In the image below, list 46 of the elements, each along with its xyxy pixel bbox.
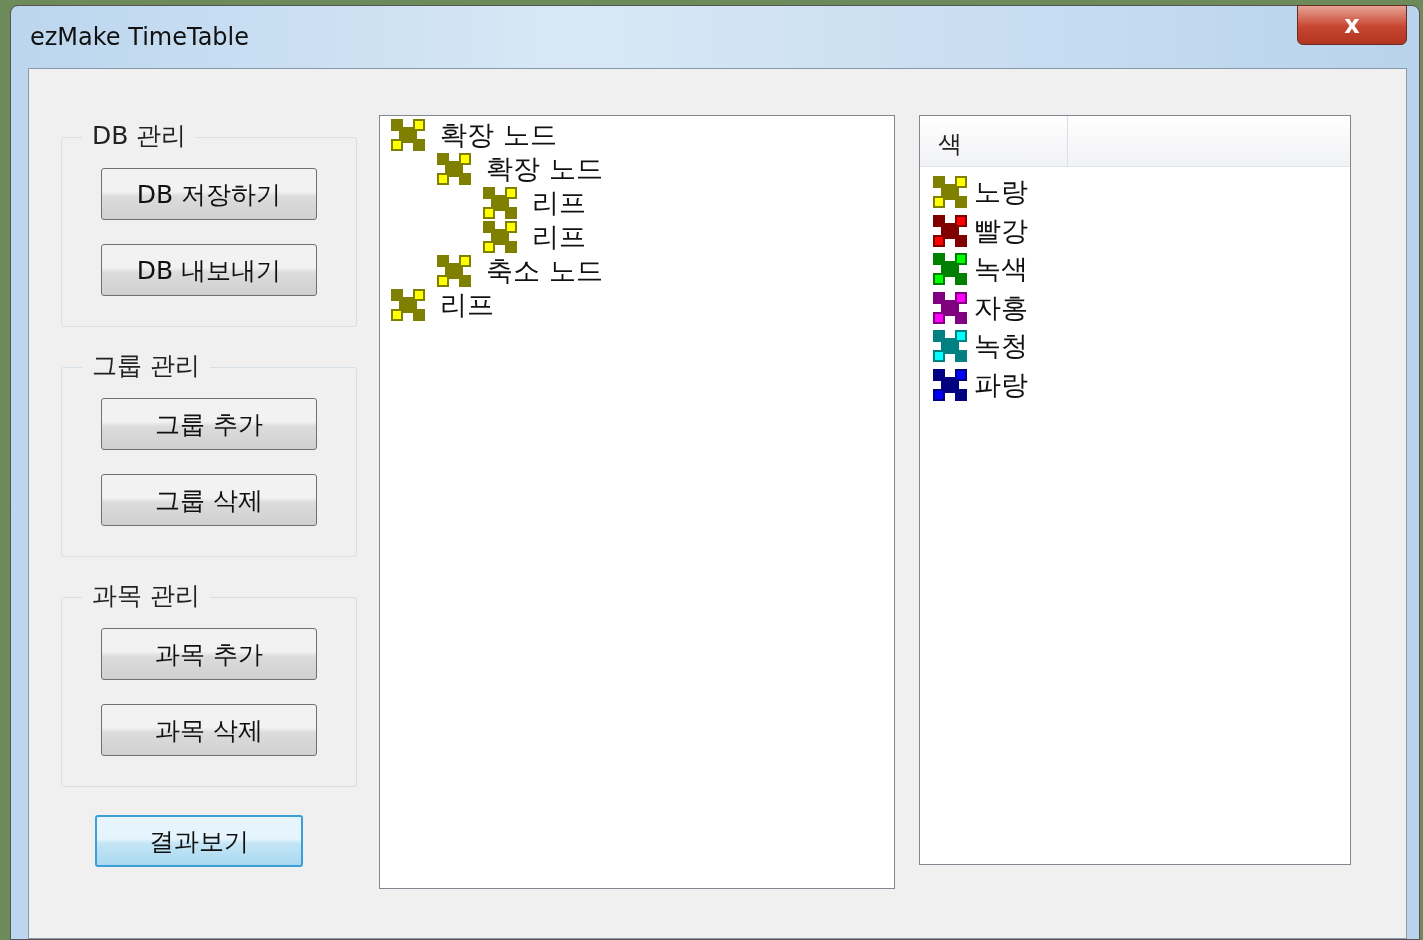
cross-icon — [482, 186, 518, 220]
list-item[interactable]: 빨강 — [932, 211, 1350, 250]
cross-icon — [932, 213, 968, 248]
list-item[interactable]: 파랑 — [932, 365, 1350, 404]
tree-item-label: 확장 노드 — [440, 118, 557, 152]
action-button[interactable]: 그룹 삭제 — [101, 474, 317, 526]
action-button[interactable]: 그룹 추가 — [101, 398, 317, 450]
cross-icon — [932, 175, 968, 210]
tree-item-label: 리프 — [532, 220, 586, 254]
tree-item-label: 리프 — [532, 186, 586, 220]
action-button[interactable]: DB 저장하기 — [101, 168, 317, 220]
cross-icon — [390, 118, 426, 152]
cross-icon — [482, 220, 518, 254]
color-name: 파랑 — [974, 367, 1028, 402]
list-item[interactable]: 녹색 — [932, 250, 1350, 289]
window-title: ezMake TimeTable — [29, 23, 249, 51]
cross-icon — [932, 329, 968, 364]
tree-item[interactable]: 확장 노드 — [390, 118, 894, 152]
tree-item[interactable]: 리프 — [390, 288, 894, 322]
cross-icon — [932, 252, 968, 287]
tree-item[interactable]: 리프 — [482, 220, 894, 254]
cross-icon — [932, 290, 968, 325]
action-button[interactable]: 과목 삭제 — [101, 704, 317, 756]
list-item[interactable]: 노랑 — [932, 173, 1350, 212]
result-button[interactable]: 결과보기 — [95, 815, 303, 867]
action-button[interactable]: DB 내보내기 — [101, 244, 317, 296]
close-button[interactable]: x — [1297, 5, 1407, 45]
color-name: 빨강 — [974, 213, 1028, 248]
color-name: 노랑 — [974, 175, 1028, 210]
tree-item-label: 리프 — [440, 288, 494, 322]
tree-item[interactable]: 리프 — [482, 186, 894, 220]
cross-icon — [436, 254, 472, 288]
list-item[interactable]: 자홍 — [932, 288, 1350, 327]
color-name: 자홍 — [974, 290, 1028, 325]
tree-item[interactable]: 확장 노드 — [436, 152, 894, 186]
action-button[interactable]: 과목 추가 — [101, 628, 317, 680]
tree-item[interactable]: 축소 노드 — [436, 254, 894, 288]
cross-icon — [436, 152, 472, 186]
color-name: 녹색 — [974, 252, 1028, 287]
cross-icon — [390, 288, 426, 322]
list-item[interactable]: 녹청 — [932, 327, 1350, 366]
tree-item-label: 축소 노드 — [486, 254, 603, 288]
tree-item-label: 확장 노드 — [486, 152, 603, 186]
column-header[interactable]: 색 — [920, 116, 1068, 166]
color-name: 녹청 — [974, 329, 1028, 364]
cross-icon — [932, 367, 968, 402]
